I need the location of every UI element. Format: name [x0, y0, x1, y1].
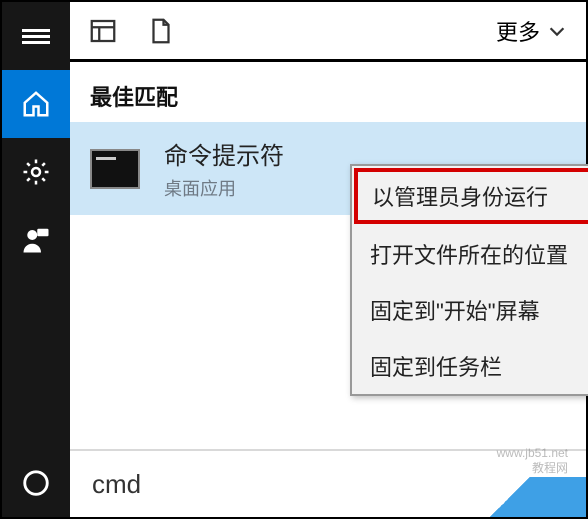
ctx-run-as-admin[interactable]: 以管理员身份运行	[354, 168, 588, 224]
feedback-button[interactable]	[2, 206, 70, 274]
gear-icon	[21, 157, 51, 187]
ctx-open-file-location[interactable]: 打开文件所在的位置	[352, 226, 588, 282]
chevron-down-icon	[546, 20, 568, 42]
command-prompt-icon	[90, 149, 140, 189]
main-panel: 更多 最佳匹配 命令提示符 桌面应用 以管理员身份运行 打开文件所在的位置 固定…	[70, 2, 586, 517]
cortana-circle-icon	[21, 468, 51, 498]
result-title: 命令提示符	[164, 136, 284, 171]
result-subtitle: 桌面应用	[164, 175, 284, 201]
more-button[interactable]: 更多	[496, 15, 568, 47]
search-area	[70, 449, 586, 517]
apps-filter-icon[interactable]	[88, 16, 118, 46]
more-label: 更多	[496, 15, 540, 47]
best-match-header: 最佳匹配	[70, 62, 586, 122]
top-bar: 更多	[70, 2, 586, 62]
ctx-pin-to-taskbar[interactable]: 固定到任务栏	[352, 338, 588, 394]
accent-corner	[466, 477, 586, 517]
ctx-pin-to-start[interactable]: 固定到"开始"屏幕	[352, 282, 588, 338]
cortana-button[interactable]	[2, 449, 70, 517]
home-button[interactable]	[2, 70, 70, 138]
start-search-window: 更多 最佳匹配 命令提示符 桌面应用 以管理员身份运行 打开文件所在的位置 固定…	[0, 0, 588, 519]
person-chat-icon	[21, 225, 51, 255]
left-sidebar	[2, 2, 70, 517]
documents-filter-icon[interactable]	[146, 16, 176, 46]
home-icon	[21, 89, 51, 119]
result-text-block: 命令提示符 桌面应用	[164, 136, 284, 201]
hamburger-icon	[22, 26, 50, 47]
hamburger-menu-button[interactable]	[2, 2, 70, 70]
context-menu: 以管理员身份运行 打开文件所在的位置 固定到"开始"屏幕 固定到任务栏	[350, 164, 588, 396]
settings-button[interactable]	[2, 138, 70, 206]
